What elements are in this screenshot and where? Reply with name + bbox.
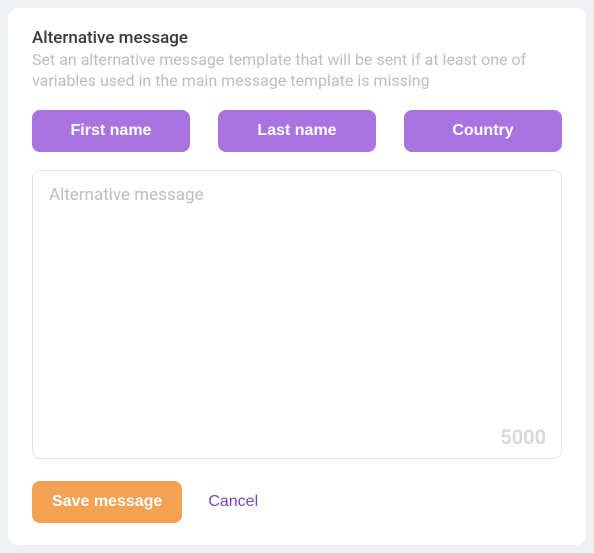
section-title: Alternative message xyxy=(32,28,562,48)
alternative-message-input[interactable] xyxy=(32,170,562,459)
message-textarea-wrapper: 5000 xyxy=(32,170,562,459)
cancel-button[interactable]: Cancel xyxy=(208,493,258,511)
insert-country-button[interactable]: Country xyxy=(404,110,562,152)
actions-row: Save message Cancel xyxy=(32,481,562,523)
save-message-button[interactable]: Save message xyxy=(32,481,182,523)
insert-last-name-button[interactable]: Last name xyxy=(218,110,376,152)
variable-buttons-row: First name Last name Country xyxy=(32,110,562,152)
insert-first-name-button[interactable]: First name xyxy=(32,110,190,152)
alternative-message-card: Alternative message Set an alternative m… xyxy=(8,8,586,545)
section-description: Set an alternative message template that… xyxy=(32,50,562,92)
